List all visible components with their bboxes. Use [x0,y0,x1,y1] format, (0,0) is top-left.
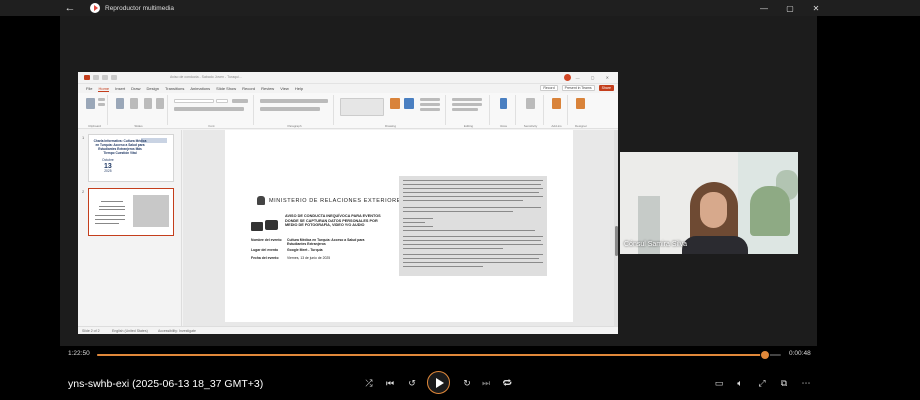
ribbon-group-addins: Add-ins [546,95,568,128]
slide-thumbnail-2: 2 [82,188,174,236]
ribbon-group-font: Font [170,95,254,128]
ppt-tab: Review [261,86,275,91]
slide-editor: MINISTERIO DE RELACIONES EXTERIORES AVIS… [183,130,618,326]
ppt-tab: Insert [115,86,126,91]
fullscreen-icon[interactable]: ⤢ [754,375,770,391]
ppt-tab: File [86,86,93,91]
miniplayer-icon[interactable]: ⧉ [776,375,792,391]
repeat-icon[interactable]: 🔁︎ [499,375,515,391]
back-arrow-icon[interactable]: ← [64,0,76,16]
transport-controls: yns-swhb-exi (2025-06-13 18_37 GMT+3) ⤮ … [0,366,920,400]
volume-icon[interactable]: 🔈︎ [732,375,748,391]
camera-icon [251,216,279,234]
ppt-document-title: Aviso de conducta - Sabado Joven - Turaq… [170,75,242,79]
colombia-seal-icon [257,196,265,205]
ppt-user-avatar [564,74,571,81]
ribbon-group-sensitivity: Sensitivity [518,95,544,128]
shared-screen-powerpoint: Aviso de conducta - Sabado Joven - Turaq… [78,72,618,334]
ppt-tab: Draw [131,86,141,91]
ppt-status-bar: Slide 2 of 2 English (United States) Acc… [78,326,618,334]
subtitles-icon[interactable]: ▭ [711,375,727,391]
slide-heading: AVISO DE CONDUCTA INEQUÍVOCA PARA EVENTO… [285,214,381,228]
ppt-title-bar: Aviso de conducta - Sabado Joven - Turaq… [78,72,618,84]
ppt-present-teams-button: Present in Teams [561,85,595,91]
ribbon-group-slides: Slides [110,95,168,128]
duration: 0:00:48 [789,350,811,357]
ppt-tab: Design [146,86,159,91]
seek-progress [97,354,766,356]
minimize-icon[interactable]: — [760,4,768,13]
ppt-ribbon: Clipboard Slides Font Paragraph Drawing … [78,93,618,129]
shuffle-icon[interactable]: ⤮ [361,375,377,391]
slide-thumbnails-pane: 1 Charla Informativa: Cultura Médica en … [78,130,182,326]
media-player-app-icon [90,3,100,13]
slide-label: Nombre del evento [251,238,282,242]
ribbon-group-voice: Voice [492,95,516,128]
ribbon-group-drawing: Drawing [336,95,446,128]
ppt-share-button: Share [598,85,614,91]
participant-name: Cónsul Samira Silva [624,241,688,248]
current-slide: MINISTERIO DE RELACIONES EXTERIORES AVIS… [225,130,573,322]
ppt-quick-access [84,75,117,80]
slide-ministry-name: MINISTERIO DE RELACIONES EXTERIORES [269,198,406,204]
ppt-tab: View [280,86,289,91]
ppt-tab: Animations [190,86,211,91]
slide-label: Lugar del evento [251,248,279,252]
ribbon-group-paragraph: Paragraph [256,95,334,128]
ribbon-group-clipboard: Clipboard [82,95,108,128]
title-bar: ← Reproductor multimedia — ▢ ✕ [0,0,920,16]
seek-row: 1:22:50 0:00:48 [0,348,920,362]
ppt-tab: Transitions [164,86,185,91]
ppt-tab: Record [242,86,256,91]
slide-scrollbar [614,130,618,326]
media-file-name: yns-swhb-exi (2025-06-13 18_37 GMT+3) [68,378,264,390]
play-icon[interactable] [427,371,450,394]
maximize-icon[interactable]: ▢ [786,4,794,13]
participant-webcam-tile: Cónsul Samira Silva [620,152,798,254]
more-options-icon[interactable]: ⋯ [798,375,814,391]
forward-icon[interactable]: ↻ [459,375,475,391]
close-icon[interactable]: ✕ [812,4,820,13]
previous-icon[interactable]: ⏮ [382,375,398,391]
slide-value: Google Meet - Turquía [287,248,323,252]
ppt-tab: Help [294,86,304,91]
slide-value: Viernes, 13 de junio de 2025 [287,256,331,260]
current-time: 1:22:50 [68,350,90,357]
slide-thumbnail-1: 1 Charla Informativa: Cultura Médica en … [82,134,174,182]
ppt-tab: Slide Show [216,86,237,91]
ppt-ribbon-tabs: File Home Insert Draw Design Transitions… [78,84,618,93]
rewind-icon[interactable]: ↺ [404,375,420,391]
slide-label: Fecha del evento [251,256,279,260]
seek-bar[interactable] [97,351,781,359]
ribbon-group-designer: Designer [570,95,592,128]
ppt-tab-home: Home [98,85,110,92]
ppt-window-controls: — ▢ ✕ [575,75,614,80]
ppt-record-button: Record [540,85,558,91]
slide-value: Cultura Médica en Turquía: Acceso a Salu… [287,238,365,247]
slide-legal-textbox [399,176,547,276]
next-icon[interactable]: ⏭ [478,375,494,391]
seek-thumb[interactable] [761,351,770,359]
ribbon-group-editing: Editing [448,95,490,128]
window-controls: — ▢ ✕ [760,0,820,16]
window-title: Reproductor multimedia [105,4,175,12]
